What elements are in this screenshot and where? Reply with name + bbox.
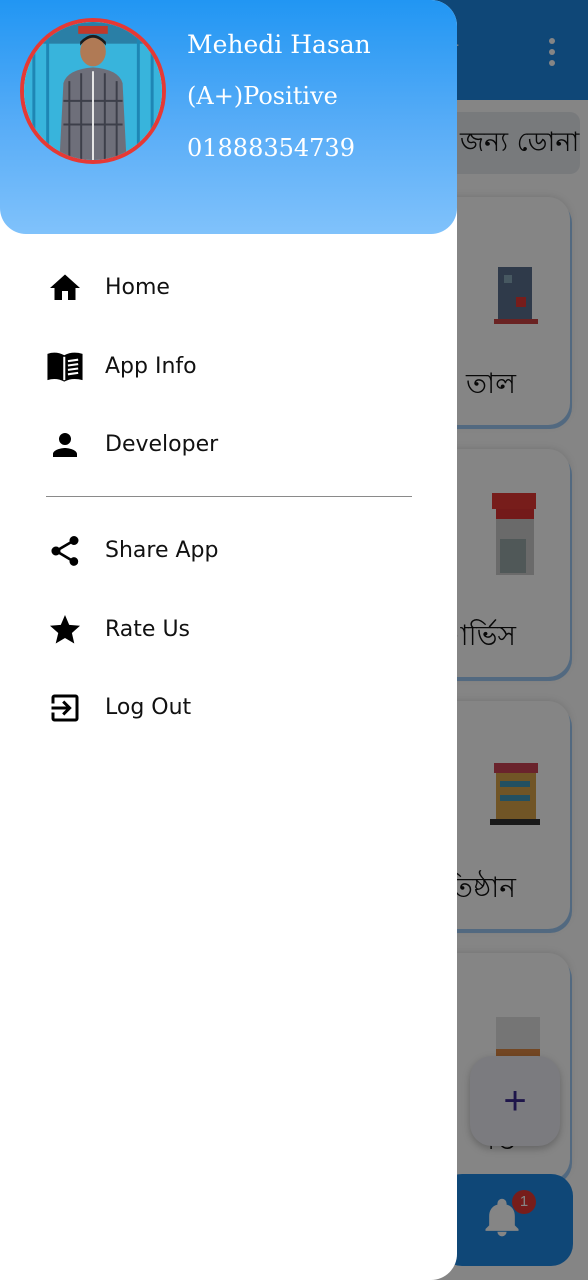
avatar[interactable] (20, 18, 166, 164)
menu-item-label: Developer (105, 432, 219, 457)
menu-item-label: Home (105, 275, 170, 300)
menu-item-developer[interactable]: Developer (0, 415, 457, 475)
menu-item-home[interactable]: Home (0, 258, 457, 318)
book-icon (46, 349, 84, 385)
profile-photo (24, 22, 162, 160)
blood-group: (A+)Positive (187, 82, 338, 110)
phone-number: 01888354739 (187, 134, 355, 162)
star-icon (46, 612, 84, 648)
menu-item-label: Rate Us (105, 617, 191, 642)
menu-item-app-info[interactable]: App Info (0, 337, 457, 397)
menu-item-share-app[interactable]: Share App (0, 521, 457, 581)
menu-item-label: Log Out (105, 695, 192, 720)
person-icon (46, 427, 84, 463)
drawer-header: Mehedi Hasan (A+)Positive 01888354739 (0, 0, 457, 234)
navigation-drawer: Mehedi Hasan (A+)Positive 01888354739 Ho… (0, 0, 457, 1280)
menu-item-label: App Info (105, 354, 197, 379)
menu-item-label: Share App (105, 538, 219, 563)
logout-icon (46, 690, 84, 726)
share-icon (46, 533, 84, 569)
menu-item-rate-us[interactable]: Rate Us (0, 600, 457, 660)
menu-divider (46, 496, 412, 497)
home-icon (46, 270, 84, 306)
menu-item-log-out[interactable]: Log Out (0, 678, 457, 738)
user-name: Mehedi Hasan (187, 30, 371, 59)
